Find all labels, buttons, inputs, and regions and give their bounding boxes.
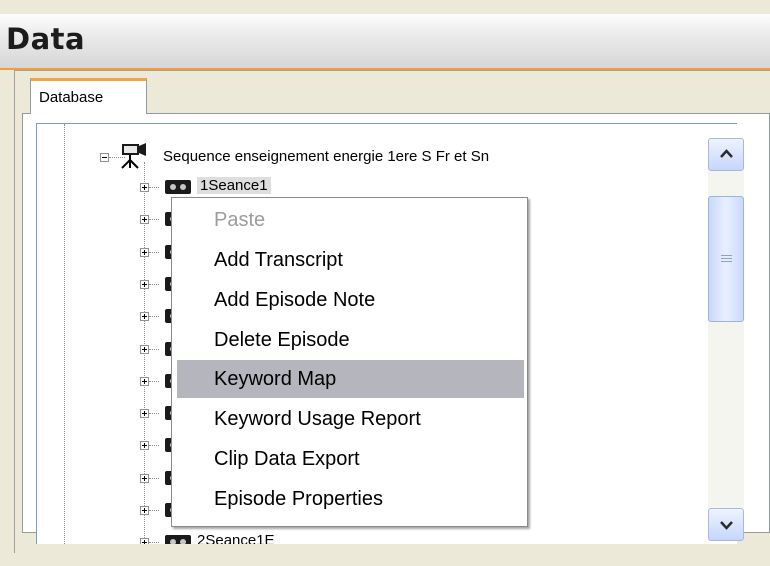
expand-toggle[interactable]	[140, 183, 149, 192]
expand-toggle[interactable]	[140, 473, 149, 483]
tree-guide-line	[149, 348, 159, 350]
tab-label: Database	[39, 89, 104, 106]
expand-toggle[interactable]	[140, 344, 149, 354]
tree-guide-line	[149, 251, 159, 253]
expand-toggle[interactable]	[140, 506, 149, 515]
arrow-up-icon	[720, 149, 733, 158]
grip-line	[721, 255, 732, 256]
expand-toggle[interactable]	[140, 279, 149, 289]
grip-line	[721, 258, 732, 259]
menu-item[interactable]: Keyword Map	[177, 360, 524, 398]
menu-item[interactable]: Add Episode Note	[177, 281, 524, 319]
tree-guide-line	[149, 187, 159, 188]
context-menu: Paste Add Transcript Add Episode Note Delet…	[171, 197, 528, 527]
tree-guide-line	[64, 124, 65, 544]
scroll-up-button[interactable]	[708, 138, 744, 171]
tree-episode-label[interactable]: 2Seance1E	[197, 532, 275, 544]
tree-guide-line	[149, 542, 159, 544]
tree-guide-line	[149, 477, 159, 479]
window-title: Data	[6, 22, 86, 56]
tree-guide-line	[149, 510, 159, 511]
scroll-down-button[interactable]	[708, 508, 744, 541]
menu-item[interactable]: Add Transcript	[177, 241, 524, 279]
expand-toggle[interactable]	[140, 312, 149, 322]
grip-line	[721, 261, 732, 262]
tree-guide-line	[149, 413, 159, 415]
expand-toggle[interactable]	[140, 215, 149, 225]
expand-toggle[interactable]	[140, 376, 149, 386]
menu-item[interactable]: Delete Episode	[177, 321, 524, 359]
tab-database[interactable]: Database	[30, 78, 147, 114]
expand-toggle[interactable]	[140, 409, 149, 419]
scrollbar-thumb[interactable]	[708, 196, 744, 322]
expand-toggle[interactable]	[140, 441, 149, 451]
video-camera-icon	[121, 143, 146, 169]
title-bar: Data	[0, 14, 770, 70]
menu-item[interactable]: Keyword Usage Report	[177, 400, 524, 438]
menu-item[interactable]: Paste	[177, 201, 524, 239]
collapse-toggle[interactable]	[100, 153, 109, 162]
expand-toggle[interactable]	[140, 538, 149, 544]
tree-guide-line	[149, 380, 159, 382]
tree-guide-line	[149, 316, 159, 318]
video-tape-icon	[165, 535, 191, 544]
tree-episode-label[interactable]: 1Seance1	[197, 177, 271, 194]
video-tape-icon	[165, 180, 191, 194]
tree-root-label[interactable]: Sequence enseignement energie 1ere S Fr …	[163, 148, 489, 165]
tree-guide-line	[149, 219, 159, 221]
expand-toggle[interactable]	[140, 247, 149, 257]
menu-item[interactable]: Clip Data Export	[177, 440, 524, 478]
menu-item[interactable]: Episode Properties	[177, 480, 524, 518]
arrow-down-icon	[720, 521, 733, 530]
tree-guide-line	[149, 283, 159, 285]
tree-guide-line	[149, 445, 159, 447]
